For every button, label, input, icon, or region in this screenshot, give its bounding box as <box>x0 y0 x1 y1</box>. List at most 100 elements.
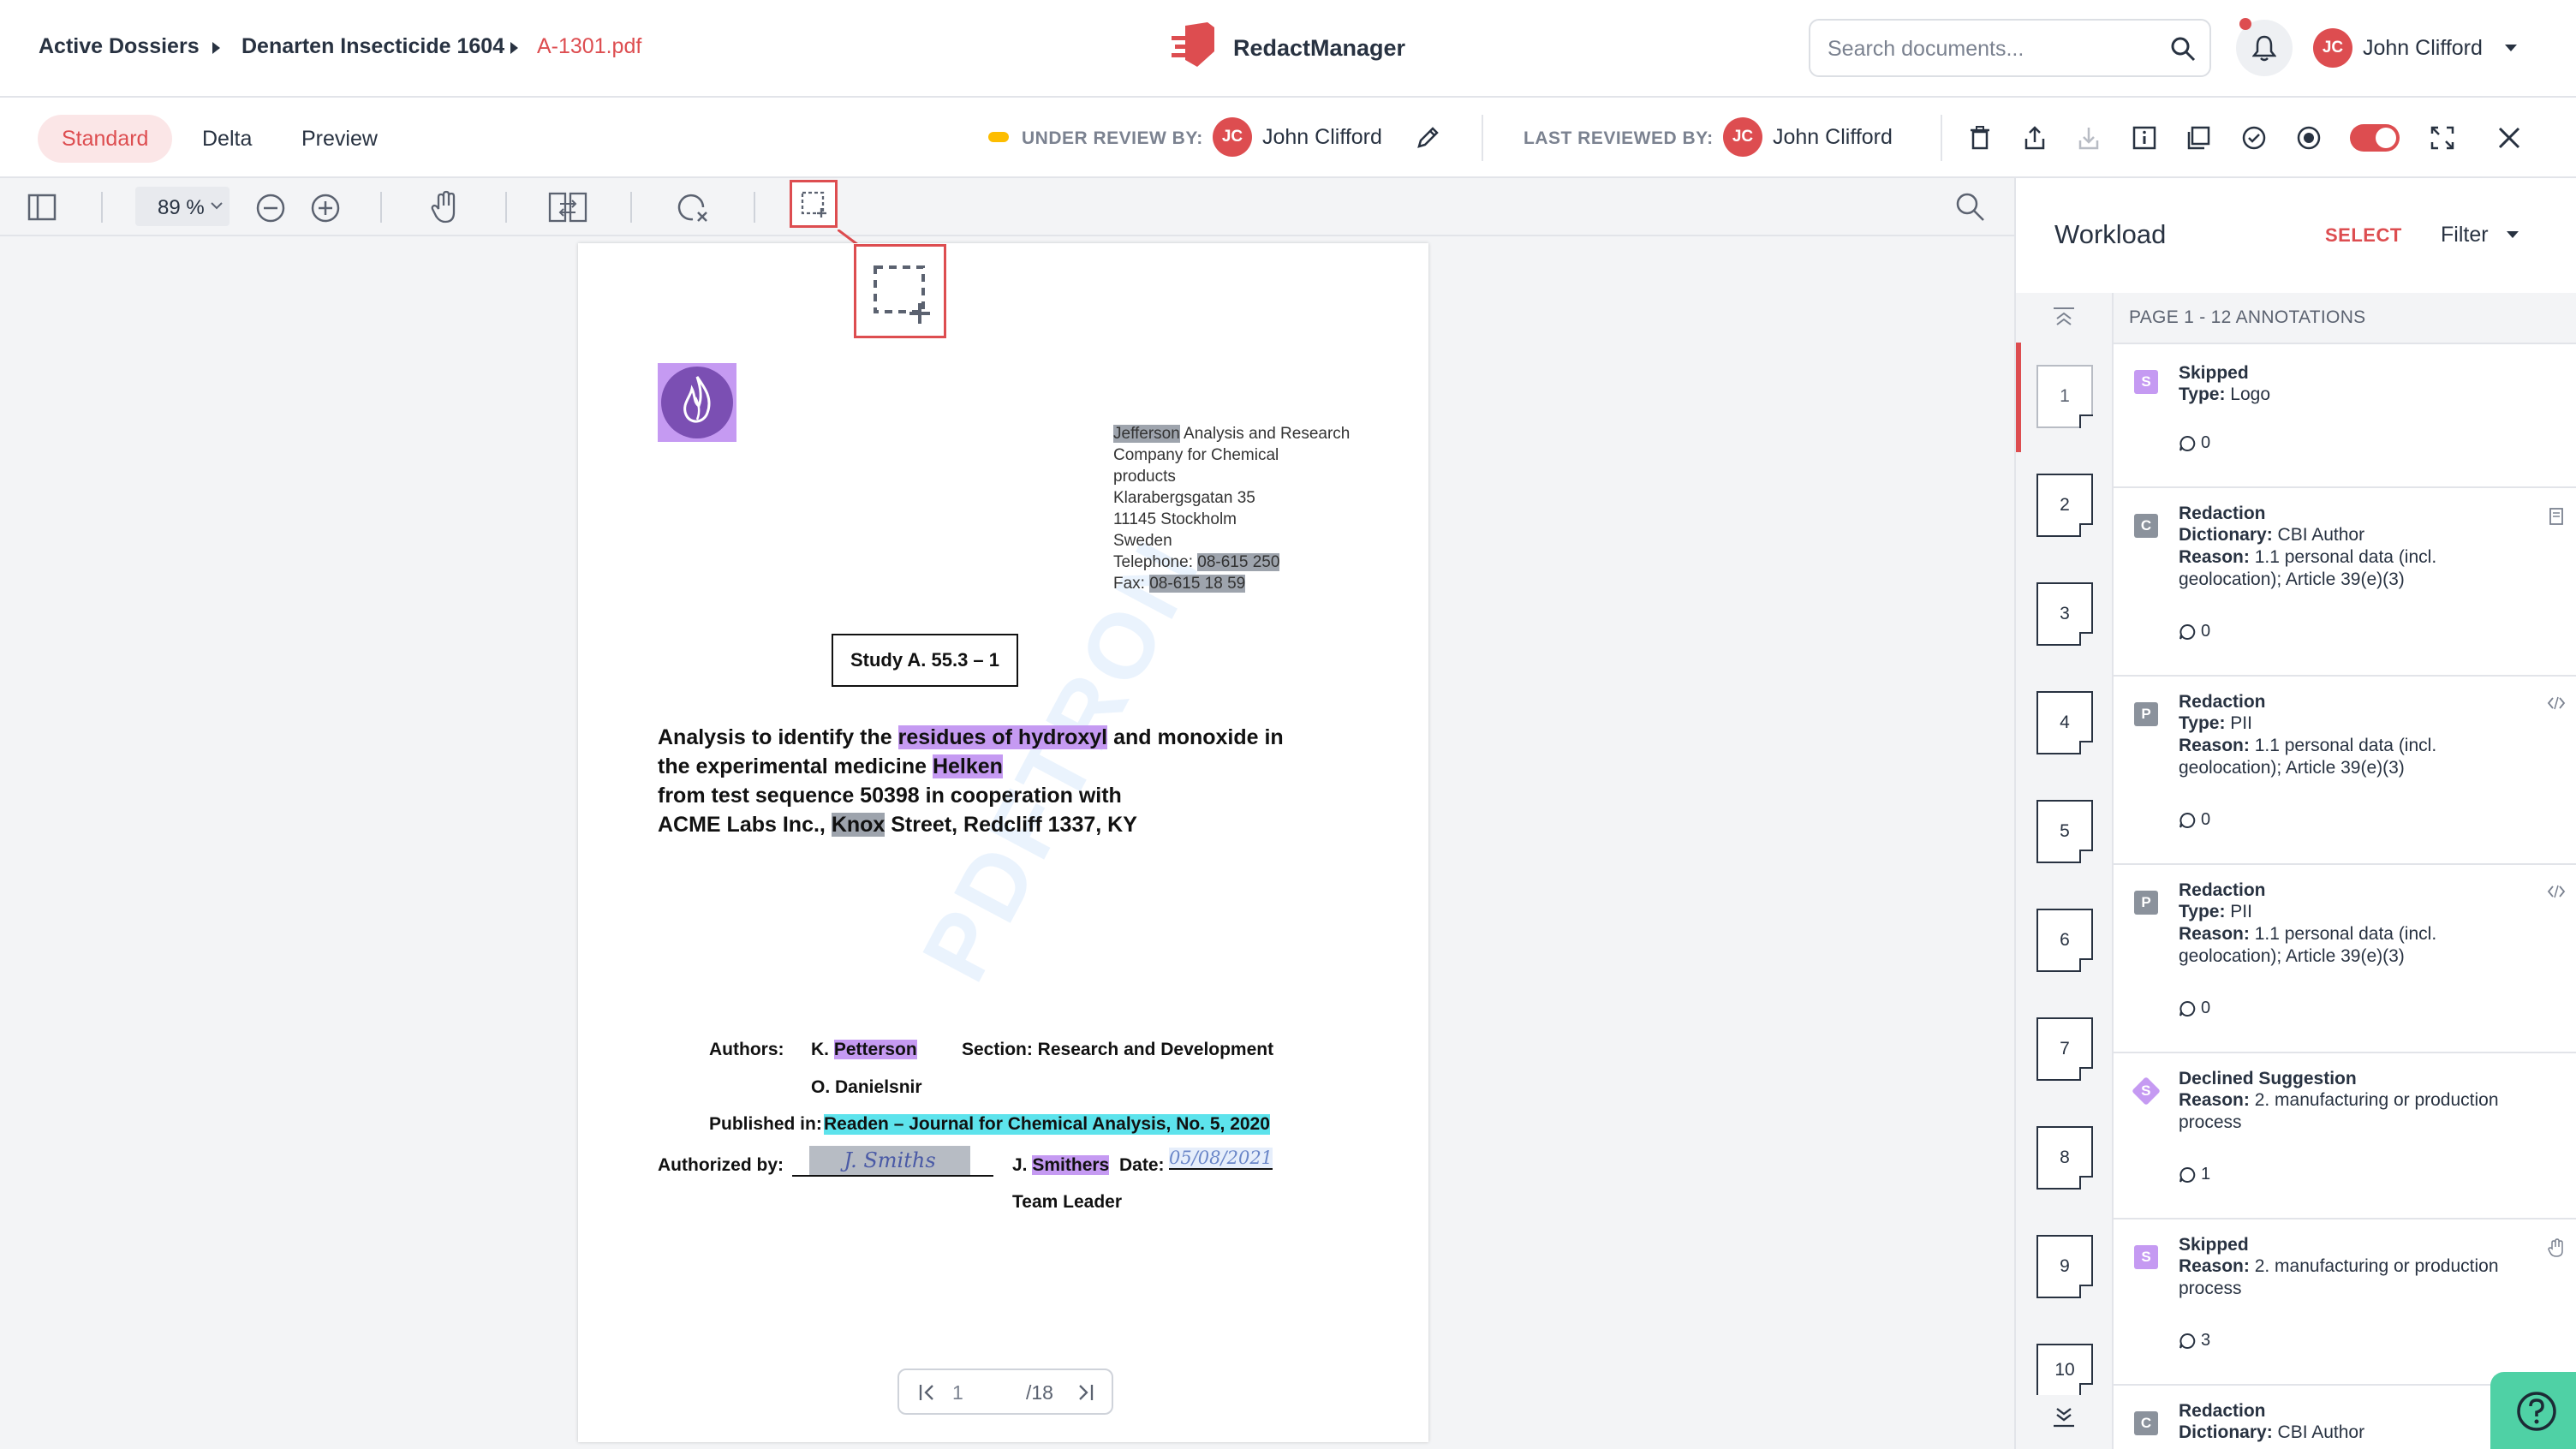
redacted-name[interactable]: Jefferson <box>1113 425 1180 443</box>
code-icon[interactable] <box>2547 884 2566 899</box>
annotation-item[interactable]: P Redaction Type: PII Reason: 1.1 person… <box>2114 677 2576 865</box>
code-icon[interactable] <box>2547 695 2566 711</box>
comments-count[interactable]: 0 <box>2179 433 2210 453</box>
user-avatar[interactable]: JC <box>2313 28 2352 68</box>
comments-count[interactable]: 1 <box>2179 1165 2210 1184</box>
thumbnail-page-1[interactable]: 1 <box>2036 365 2093 428</box>
scroll-bottom-icon[interactable] <box>2052 1406 2076 1428</box>
thumbnail-page-10[interactable]: 10 <box>2036 1344 2093 1397</box>
address-line: 11145 Stockholm <box>1113 510 1237 528</box>
filter-chevron-icon[interactable] <box>2507 231 2519 238</box>
comments-count[interactable]: 0 <box>2179 810 2210 830</box>
comments-value: 0 <box>2201 810 2211 829</box>
filter-button[interactable]: Filter <box>2441 223 2489 247</box>
zoom-select[interactable]: 89 % <box>135 187 230 226</box>
document-page[interactable]: PDFTRON Jefferson Analysis and Research … <box>578 243 1428 1442</box>
user-name[interactable]: John Clifford <box>2363 36 2483 61</box>
redacted-medicine[interactable]: Helken <box>932 754 1003 778</box>
info-icon <box>2132 126 2156 150</box>
annotation-type-badge: S <box>2134 370 2158 394</box>
title-text: Street, Redcliff 1337, KY <box>885 813 1137 837</box>
annotation-item[interactable]: S Skipped Type: Logo 0 <box>2114 346 2576 488</box>
signature[interactable]: J. Smiths <box>792 1146 993 1177</box>
notifications-button[interactable] <box>2236 18 2293 76</box>
tab-preview[interactable]: Preview <box>277 115 402 163</box>
comments-count[interactable]: 0 <box>2179 622 2210 641</box>
download-button[interactable] <box>2067 116 2110 159</box>
address-text: Analysis and Research <box>1179 425 1351 443</box>
date-value[interactable]: 05/08/2021 <box>1169 1148 1273 1170</box>
annotation-value: 1.1 personal data (incl. <box>2249 736 2437 755</box>
annotation-line: Reason: 2. manufacturing or production <box>2179 1089 2499 1112</box>
current-page-input[interactable]: 1 <box>952 1381 963 1404</box>
page-navigator: 1 /18 <box>897 1368 1113 1415</box>
copy-button[interactable] <box>2177 116 2220 159</box>
document-search[interactable] <box>1809 19 2211 77</box>
title-text: and monoxide in <box>1107 725 1284 749</box>
redaction-toggle[interactable] <box>2350 124 2400 152</box>
last-page-icon[interactable] <box>1076 1383 1094 1402</box>
user-menu-chevron-icon[interactable] <box>2505 45 2517 51</box>
breadcrumb-dossier[interactable]: Denarten Insecticide 1604 <box>242 34 504 59</box>
comments-count[interactable]: 0 <box>2179 999 2210 1018</box>
redacted-substance[interactable]: residues of hydroxyl <box>897 725 1108 749</box>
title-line: the experimental medicine Helken <box>658 752 1284 781</box>
search-icon[interactable] <box>1955 192 1986 223</box>
annotation-item[interactable]: P Redaction Type: PII Reason: 1.1 person… <box>2114 865 2576 1053</box>
reviewer-name[interactable]: John Clifford <box>1262 125 1382 150</box>
annotation-type-badge: C <box>2134 1411 2158 1435</box>
sidebar-toggle-icon[interactable] <box>27 193 57 222</box>
annotation-item[interactable]: S Declined Suggestion Reason: 2. manufac… <box>2114 1053 2576 1219</box>
redacted-fax[interactable]: 08-615 18 59 <box>1149 575 1246 593</box>
pan-hand-icon[interactable] <box>430 190 461 224</box>
author-initial: K. <box>811 1040 834 1059</box>
info-button[interactable] <box>2123 116 2166 159</box>
annotation-item[interactable]: C Redaction Dictionary: CBI Author Reaso… <box>2114 488 2576 677</box>
scroll-top-icon[interactable] <box>2052 307 2076 327</box>
zoom-in-icon[interactable] <box>310 193 341 224</box>
company-logo[interactable] <box>658 363 736 442</box>
thumbnail-page-7[interactable]: 7 <box>2036 1017 2093 1081</box>
help-button[interactable] <box>2490 1372 2576 1449</box>
redacted-telephone[interactable]: 08-615 250 <box>1197 553 1280 571</box>
thumbnail-page-6[interactable]: 6 <box>2036 909 2093 972</box>
compare-icon[interactable] <box>548 192 587 223</box>
thumbnail-page-9[interactable]: 9 <box>2036 1235 2093 1298</box>
thumbnail-page-2[interactable]: 2 <box>2036 474 2093 537</box>
search-input[interactable] <box>1828 33 2162 65</box>
annotation-item[interactable]: S Skipped Reason: 2. manufacturing or pr… <box>2114 1219 2576 1386</box>
clear-search-icon[interactable] <box>677 192 710 224</box>
share-button[interactable] <box>2013 116 2056 159</box>
redacted-signer[interactable]: Smithers <box>1032 1155 1110 1175</box>
approve-button[interactable] <box>2233 116 2275 159</box>
redacted-street[interactable]: Knox <box>831 813 886 837</box>
comment-icon <box>2179 623 2196 640</box>
published-reference[interactable]: Readen – Journal for Chemical Analysis, … <box>824 1114 1270 1135</box>
redacted-author[interactable]: Petterson <box>833 1040 917 1059</box>
edit-reviewer-icon[interactable] <box>1416 124 1441 150</box>
redacted-signature[interactable]: J. Smiths <box>809 1146 970 1175</box>
dictionary-icon[interactable] <box>2549 507 2564 526</box>
select-button[interactable]: SELECT <box>2325 224 2402 247</box>
thumbnail-page-3[interactable]: 3 <box>2036 582 2093 646</box>
hand-icon[interactable] <box>2547 1238 2566 1257</box>
record-button[interactable] <box>2287 116 2330 159</box>
copy-icon <box>2187 126 2210 150</box>
reviewer-avatar: JC <box>1213 117 1252 157</box>
fullscreen-button[interactable] <box>2421 116 2464 159</box>
annotation-title: Redaction <box>2179 1401 2266 1421</box>
comments-count[interactable]: 3 <box>2179 1331 2210 1351</box>
tab-delta[interactable]: Delta <box>178 115 276 163</box>
thumbnail-page-4[interactable]: 4 <box>2036 691 2093 754</box>
rectangle-select-button[interactable] <box>790 180 838 228</box>
first-page-icon[interactable] <box>918 1383 937 1402</box>
thumbnail-page-5[interactable]: 5 <box>2036 800 2093 863</box>
zoom-out-icon[interactable] <box>255 193 286 224</box>
thumbnail-page-8[interactable]: 8 <box>2036 1126 2093 1190</box>
search-icon[interactable] <box>2170 36 2196 62</box>
comments-value: 0 <box>2201 433 2211 452</box>
breadcrumb-active-dossiers[interactable]: Active Dossiers <box>39 34 200 59</box>
tab-standard[interactable]: Standard <box>38 115 173 163</box>
close-button[interactable] <box>2488 116 2531 159</box>
delete-button[interactable] <box>1959 116 2001 159</box>
